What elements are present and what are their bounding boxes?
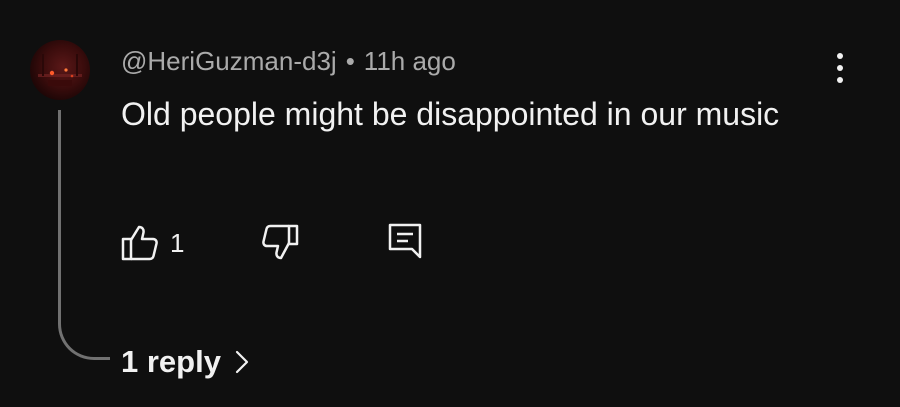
like-count: 1 [170, 228, 185, 258]
more-vertical-icon [837, 53, 843, 59]
more-dot [837, 65, 843, 71]
dislike-button[interactable] [260, 222, 300, 262]
like-button[interactable] [120, 223, 160, 263]
thumbs-down-icon [262, 224, 299, 260]
comment-text: Old people might be disappointed in our … [121, 96, 780, 132]
more-dot [837, 77, 843, 83]
comment-reply-icon [388, 223, 422, 259]
replies-label: 1 reply [121, 344, 221, 379]
reply-button[interactable] [386, 221, 426, 261]
meta-separator: • [345, 45, 355, 76]
view-replies-button[interactable]: 1 reply [121, 342, 249, 382]
chevron-right-icon [235, 350, 249, 374]
avatar[interactable] [30, 40, 90, 100]
comment-meta: @HeriGuzman-d3j • 11h ago [121, 42, 456, 80]
thread-line [58, 110, 110, 360]
thumbs-up-icon [121, 225, 158, 261]
avatar-image [38, 54, 82, 86]
author-name[interactable]: @HeriGuzman-d3j [121, 46, 337, 77]
more-options-button[interactable] [822, 48, 858, 88]
comment-timestamp: 11h ago [363, 45, 456, 76]
